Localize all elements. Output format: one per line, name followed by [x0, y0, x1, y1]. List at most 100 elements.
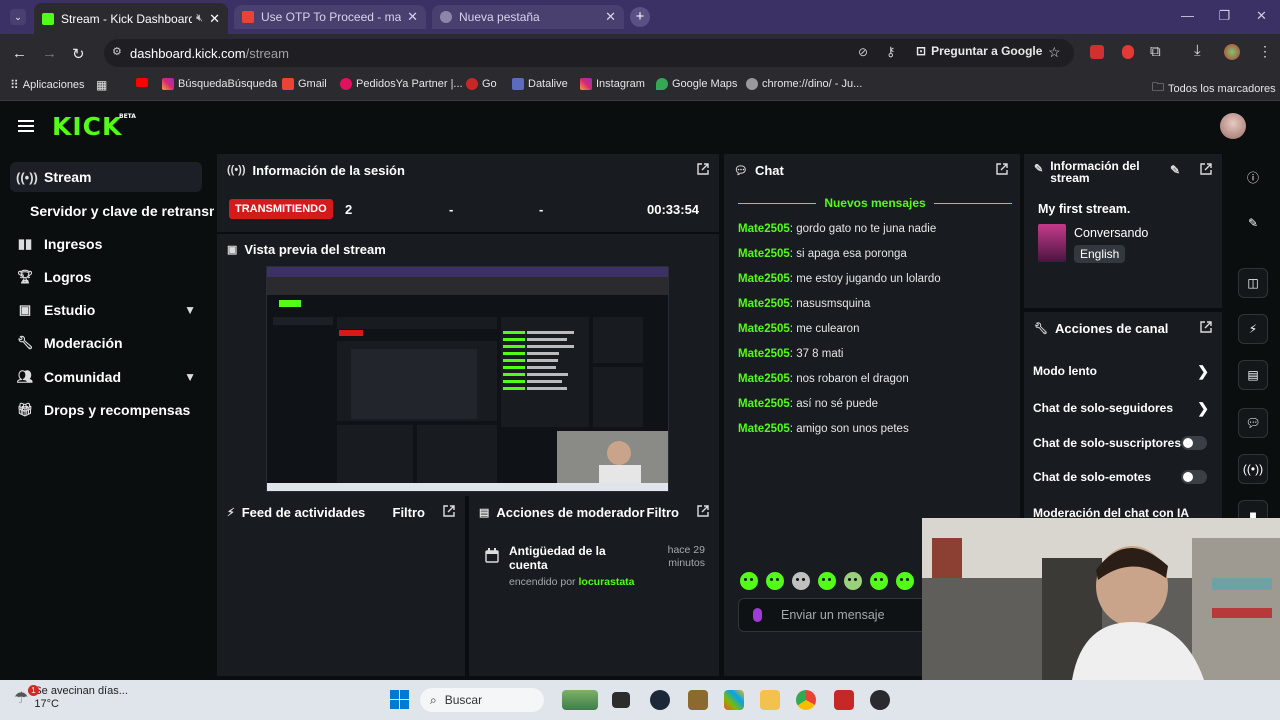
sidebar-item-moderacion[interactable]: 🔧︎ Moderación	[10, 328, 202, 358]
close-tab-icon[interactable]: ✕	[407, 9, 418, 25]
emote-icon[interactable]	[870, 572, 888, 590]
chevron-down-icon[interactable]: ▼	[184, 303, 196, 317]
emote-icon[interactable]	[740, 572, 758, 590]
chevron-right-icon[interactable]: ❯	[1197, 363, 1209, 380]
download-icon[interactable]: ⤓	[1194, 42, 1201, 59]
emote-icon[interactable]	[896, 572, 914, 590]
chat-message[interactable]: Mate2505: gordo gato no te juna nadie	[738, 223, 936, 235]
key-icon[interactable]: ⚷	[886, 44, 896, 60]
minimize-icon[interactable]: —	[1169, 0, 1206, 34]
tab-new[interactable]: Nueva pestaña ✕	[432, 5, 624, 29]
windows-start-icon[interactable]	[390, 690, 409, 709]
mod-action-user[interactable]: locurastata	[578, 576, 634, 588]
tab-search-chevron-icon[interactable]: ⌄	[10, 9, 26, 25]
site-info-icon[interactable]: ⚙	[112, 45, 122, 58]
action-ai-moderation[interactable]: Moderación del chat con IA	[1033, 506, 1215, 518]
bookmark-grid[interactable]: ▦	[96, 78, 107, 92]
emote-icon[interactable]	[766, 572, 784, 590]
close-tab-icon[interactable]: ✕	[209, 11, 220, 27]
chat-message[interactable]: Mate2505: así no sé puede	[738, 398, 878, 410]
document-icon[interactable]: ▤	[1238, 360, 1268, 390]
ask-google-button[interactable]: ⊡ Preguntar a Google	[916, 44, 1042, 58]
discord-icon[interactable]	[870, 690, 890, 710]
popout-icon[interactable]	[996, 163, 1008, 175]
chat-message[interactable]: Mate2505: nos robaron el dragon	[738, 373, 909, 385]
action-subscribers-only[interactable]: Chat de solo-suscriptores	[1033, 436, 1215, 450]
clip-icon[interactable]: ◫	[1238, 268, 1268, 298]
chat-username[interactable]: Mate2505	[738, 348, 790, 360]
filter-button[interactable]: Filtro	[393, 505, 426, 520]
bookmark-apps[interactable]: ⠿ Aplicaciones	[10, 78, 85, 92]
action-slow-mode[interactable]: Modo lento ❯	[1033, 363, 1215, 380]
bookmark-dino[interactable]: chrome://dino/ - Ju...	[746, 78, 862, 90]
chat-username[interactable]: Mate2505	[738, 423, 790, 435]
chat-username[interactable]: Mate2505	[738, 298, 790, 310]
info-icon[interactable]: ⓘ	[1238, 162, 1268, 192]
eye-slash-icon[interactable]: ⊘	[858, 45, 868, 59]
chat-message-input[interactable]: Enviar un mensaje	[738, 598, 938, 632]
close-window-icon[interactable]: ✕	[1243, 0, 1280, 34]
chat-message[interactable]: Mate2505: me estoy jugando un lolardo	[738, 273, 941, 285]
tab-otp[interactable]: Use OTP To Proceed - matiasca ✕	[234, 5, 426, 29]
bookmark-go[interactable]: Go	[466, 78, 497, 90]
maximize-icon[interactable]: ❐	[1206, 0, 1243, 34]
extension-red-icon[interactable]	[1090, 45, 1104, 59]
sidebar-item-comunidad[interactable]: 👥︎ Comunidad ▼	[10, 362, 202, 392]
filter-button[interactable]: Filtro	[647, 505, 680, 520]
hamburger-menu-icon[interactable]	[18, 119, 34, 133]
bookmark-datalive[interactable]: Datalive	[512, 78, 568, 90]
app-icon[interactable]	[688, 690, 708, 710]
sidebar-item-logros[interactable]: 🏆︎ Logros	[10, 262, 202, 292]
chat-message[interactable]: Mate2505: amigo son unos petes	[738, 423, 909, 435]
bookmark-busqueda[interactable]: BúsquedaBúsqueda	[162, 78, 277, 90]
file-explorer-icon[interactable]	[760, 690, 780, 710]
forward-icon[interactable]: →	[42, 45, 57, 62]
chat-username[interactable]: Mate2505	[738, 223, 790, 235]
action-followers-only[interactable]: Chat de solo-seguidores ❯	[1033, 400, 1215, 417]
profile-avatar-icon[interactable]	[1224, 44, 1240, 60]
extensions-puzzle-icon[interactable]: ⧉	[1150, 43, 1161, 60]
tab-kick-dashboard[interactable]: Stream - Kick Dashboard 🔇︎ ✕	[34, 3, 228, 34]
steam-icon[interactable]	[650, 690, 670, 710]
back-icon[interactable]: ←	[12, 45, 27, 62]
emotes-only-toggle[interactable]	[1181, 470, 1207, 484]
stream-preview-video[interactable]	[266, 266, 669, 492]
new-tab-button[interactable]: +	[630, 7, 650, 27]
chat-username[interactable]: Mate2505	[738, 248, 790, 260]
popout-icon[interactable]	[443, 505, 455, 517]
bookmark-gmail[interactable]: Gmail	[282, 78, 327, 90]
bookmark-maps[interactable]: Google Maps	[656, 78, 737, 90]
bookmark-pedidosya[interactable]: PedidosYa Partner |...	[340, 78, 463, 90]
edit-icon[interactable]: ✎	[1170, 163, 1180, 177]
sidebar-item-drops[interactable]: 🎁︎ Drops y recompensas	[10, 395, 202, 425]
category-thumbnail[interactable]	[1038, 224, 1066, 262]
microphone-icon[interactable]	[753, 608, 762, 622]
lightning-icon[interactable]: ⚡︎	[1238, 314, 1268, 344]
chat-username[interactable]: Mate2505	[738, 323, 790, 335]
chat-message[interactable]: Mate2505: me culearon	[738, 323, 859, 335]
popout-icon[interactable]	[1200, 321, 1212, 333]
chrome-icon[interactable]	[796, 690, 816, 710]
sidebar-item-ingresos[interactable]: ▮▮ Ingresos	[10, 229, 202, 259]
chat-message[interactable]: Mate2505: 37 8 mati	[738, 348, 844, 360]
widget-landscape-icon[interactable]	[562, 690, 598, 710]
edit-icon[interactable]: ✎	[1238, 208, 1268, 238]
broadcast-icon[interactable]: ((•))	[1238, 454, 1268, 484]
bookmark-youtube[interactable]	[136, 78, 148, 87]
chat-message[interactable]: Mate2505: si apaga esa poronga	[738, 248, 907, 260]
bookmark-instagram[interactable]: Instagram	[580, 78, 645, 90]
chevron-right-icon[interactable]: ❯	[1197, 400, 1209, 417]
sidebar-item-estudio[interactable]: ▣ Estudio ▼	[10, 295, 202, 325]
sidebar-item-stream[interactable]: ((•)) Stream	[10, 162, 202, 192]
extension-shield-icon[interactable]	[1122, 45, 1134, 59]
browser-menu-icon[interactable]: ⋮	[1258, 43, 1272, 60]
app-red-icon[interactable]	[834, 690, 854, 710]
subscribers-only-toggle[interactable]	[1181, 436, 1207, 450]
close-tab-icon[interactable]: ✕	[605, 9, 616, 25]
copilot-icon[interactable]	[724, 690, 744, 710]
omnibox[interactable]: ⚙ dashboard.kick.com/stream ⊘ ⚷ ⊡ Pregunt…	[104, 39, 1074, 67]
chat-bubble-icon[interactable]: 💬︎	[1238, 408, 1268, 438]
bookmark-all[interactable]: 🗀︎ Todos los marcadores	[1152, 78, 1276, 99]
chat-username[interactable]: Mate2505	[738, 373, 790, 385]
taskbar-search[interactable]: ⌕ Buscar	[420, 688, 544, 712]
